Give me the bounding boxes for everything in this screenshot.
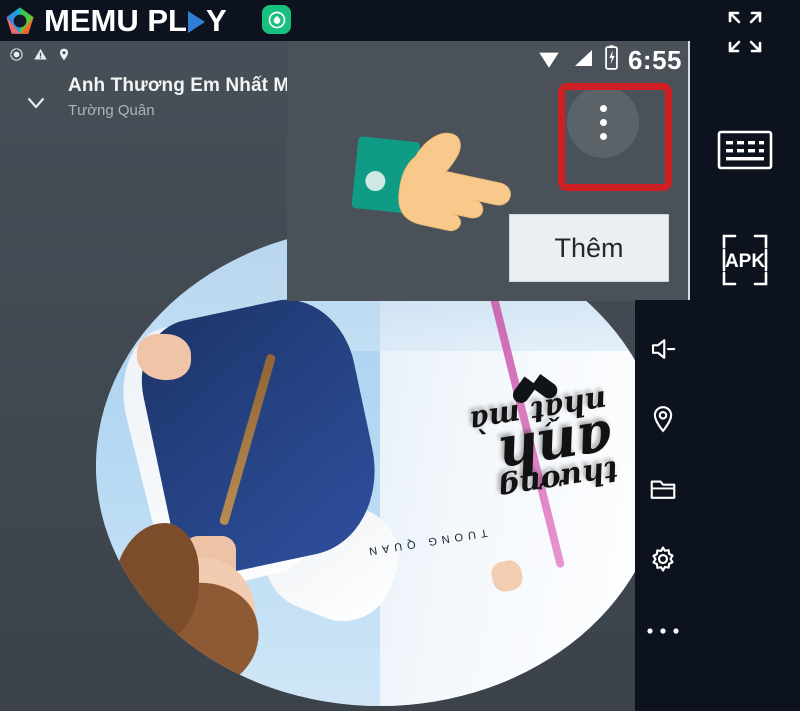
apk-label: APK — [725, 251, 765, 272]
memu-wordmark-part1: MEMU PL — [44, 2, 187, 38]
keyboard-button[interactable] — [690, 118, 800, 182]
wifi-icon — [536, 45, 562, 76]
clock-time: 6:55 — [627, 44, 682, 75]
volume-down-button[interactable] — [635, 318, 690, 380]
memu-titlebar: MEMU PL Y — [0, 0, 690, 41]
signal-bars-icon — [571, 45, 595, 76]
apk-install-button[interactable]: APK — [690, 228, 800, 292]
memu-wordmark: MEMU PL Y — [44, 3, 227, 39]
highlight-annotation-box — [558, 83, 672, 191]
emulator-toolbar-lower — [635, 300, 690, 711]
sync-icon — [9, 47, 24, 62]
album-art-photo-subject — [107, 245, 414, 705]
overlay-status-bar: 6:55 — [536, 43, 682, 77]
settings-button[interactable] — [635, 528, 690, 590]
battery-charging-icon — [604, 44, 619, 76]
chevron-down-icon[interactable] — [23, 90, 49, 116]
more-options-button[interactable] — [635, 600, 690, 662]
play-triangle-icon — [187, 10, 205, 33]
pointing-hand-cursor — [350, 123, 535, 248]
memu-pentagon-logo — [5, 6, 35, 36]
song-artist: Tường Quân — [68, 102, 155, 119]
android-screen: Anh Thương Em Nhất Mà Tường Quân TUONG Q… — [0, 41, 690, 711]
warning-icon — [33, 47, 48, 62]
shared-folder-button[interactable] — [635, 458, 690, 520]
green-app-icon[interactable] — [262, 5, 291, 34]
location-pin-icon — [57, 47, 71, 62]
heart-icon — [524, 369, 558, 401]
emulator-toolbar-right: APK — [690, 0, 800, 711]
album-art-title: thương anh nhất mà — [467, 383, 620, 507]
memu-wordmark-part2: Y — [205, 2, 227, 38]
song-title: Anh Thương Em Nhất Mà — [68, 75, 301, 96]
location-button[interactable] — [635, 388, 690, 450]
fullscreen-button[interactable] — [690, 0, 800, 64]
